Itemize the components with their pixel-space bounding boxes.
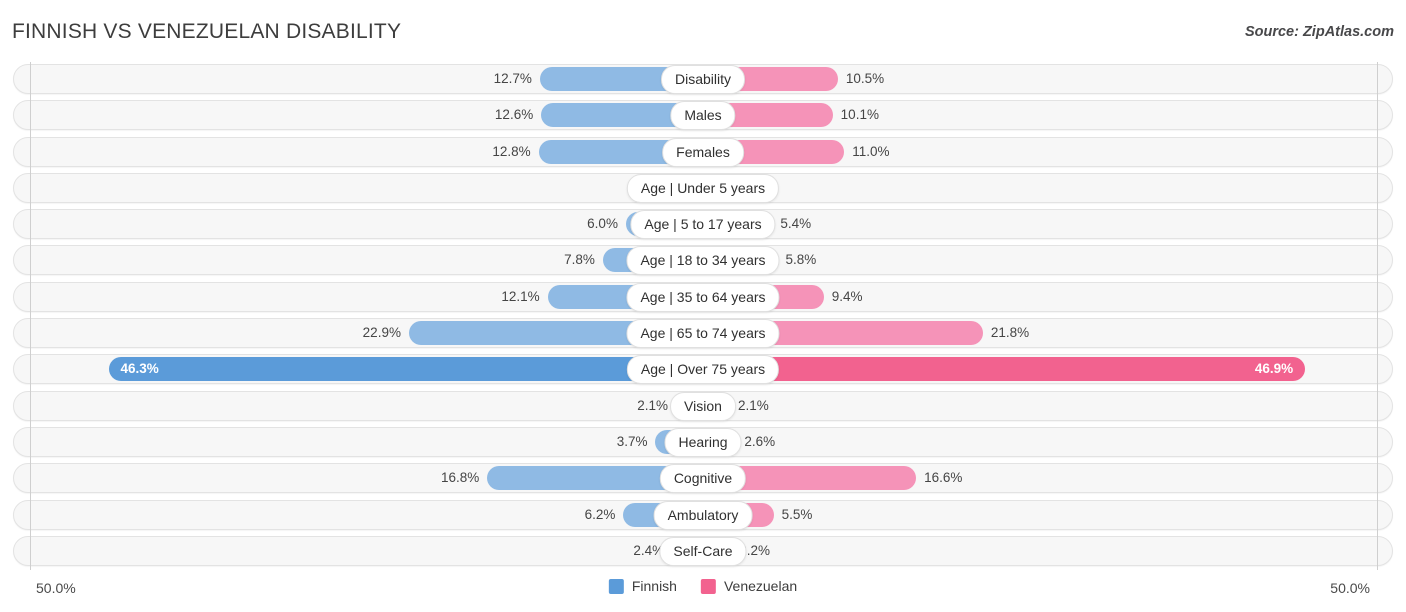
table-row[interactable]: 6.2% 5.5% Ambulatory (0, 498, 1406, 534)
axis-line-right (1377, 62, 1378, 570)
axis-line-left (30, 62, 31, 570)
value-label-venezuelan: 11.0% (852, 143, 890, 159)
value-label-finnish: 12.1% (501, 288, 540, 304)
table-row[interactable]: 12.7% 10.5% Disability (0, 62, 1406, 98)
category-label[interactable]: Vision (670, 391, 736, 421)
legend-swatch-finnish (608, 578, 624, 594)
value-label-finnish: 3.7% (616, 433, 648, 449)
category-label[interactable]: Age | 5 to 17 years (630, 210, 776, 240)
value-label-finnish: 12.6% (494, 107, 534, 123)
value-label-finnish: 22.9% (362, 325, 401, 341)
chart-root: FINNISH VS VENEZUELAN DISABILITY Source:… (0, 0, 1406, 612)
value-label-venezuelan: 10.1% (840, 107, 879, 123)
table-row[interactable]: 2.1% 2.1% Vision (0, 389, 1406, 425)
category-label[interactable]: Males (670, 101, 736, 131)
category-label[interactable]: Ambulatory (653, 500, 753, 530)
value-label-venezuelan: 5.5% (781, 506, 813, 522)
table-row[interactable]: 22.9% 21.8% Age | 65 to 74 years (0, 316, 1406, 352)
category-label[interactable]: Hearing (664, 427, 742, 457)
category-label[interactable]: Age | 35 to 64 years (626, 282, 780, 312)
category-label[interactable]: Self-Care (659, 536, 747, 566)
value-label-venezuelan: 2.6% (744, 433, 776, 449)
axis-label-right: 50.0% (1330, 580, 1370, 596)
category-label[interactable]: Age | 65 to 74 years (626, 319, 780, 349)
table-row[interactable]: 3.7% 2.6% Hearing (0, 425, 1406, 461)
value-label-finnish: 2.4% (633, 542, 665, 558)
category-label[interactable]: Age | Over 75 years (626, 355, 780, 385)
value-label-venezuelan: 21.8% (990, 325, 1030, 341)
table-row[interactable]: 12.6% 10.1% Males (0, 98, 1406, 134)
value-label-venezuelan: 16.6% (924, 470, 963, 486)
value-label-finnish: 16.8% (441, 470, 480, 486)
legend-label: Venezuelan (723, 578, 798, 594)
chart-header: FINNISH VS VENEZUELAN DISABILITY Source:… (0, 0, 1406, 62)
category-label[interactable]: Females (662, 137, 744, 167)
page-title: FINNISH VS VENEZUELAN DISABILITY (12, 20, 402, 43)
chart-footer: 50.0% 50.0% Finnish Venezuelan (0, 570, 1406, 612)
plot-area: 12.7% 10.5% Disability 12.6% 10.1% Males 12.8%… (0, 62, 1406, 570)
value-label-venezuelan: 5.4% (780, 216, 812, 232)
value-label-finnish: 6.0% (587, 216, 618, 232)
value-label-venezuelan: 10.5% (845, 71, 885, 86)
source-attribution: Source: ZipAtlas.com (1244, 24, 1394, 40)
table-row[interactable]: 7.8% 5.8% Age | 18 to 34 years (0, 243, 1406, 279)
value-label-finnish: 7.8% (564, 252, 595, 268)
table-row[interactable]: 12.8% 11.0% Females (0, 135, 1406, 171)
axis-label-left: 50.0% (36, 580, 76, 596)
table-row[interactable]: 12.1% 9.4% Age | 35 to 64 years (0, 280, 1406, 316)
value-label-venezuelan: 2.1% (737, 397, 769, 413)
legend-swatch-venezuelan (700, 578, 716, 594)
table-row[interactable]: 1.6%1.2%Age | Under 5 years (0, 171, 1406, 207)
value-label-venezuelan: 46.9% (1254, 361, 1294, 377)
category-label[interactable]: Disability (660, 65, 746, 94)
legend-item[interactable]: Venezuelan (700, 578, 798, 594)
legend-item[interactable]: Finnish (608, 578, 677, 594)
table-row[interactable]: 46.3% 46.9% Age | Over 75 years (0, 352, 1406, 388)
category-label[interactable]: Age | 18 to 34 years (626, 246, 780, 276)
chart-legend: Finnish Venezuelan (608, 578, 798, 594)
value-label-finnish: 46.3% (120, 361, 159, 377)
table-row[interactable]: 16.8% 16.6% Cognitive (0, 461, 1406, 497)
value-label-finnish: 12.7% (493, 71, 532, 86)
legend-label: Finnish (631, 578, 677, 594)
value-label-finnish: 2.1% (637, 397, 669, 413)
value-label-finnish: 6.2% (584, 506, 616, 522)
bar-rows: 12.7% 10.5% Disability 12.6% 10.1% Males 12.8%… (0, 62, 1406, 570)
value-label-venezuelan: 5.8% (785, 252, 817, 268)
table-row[interactable]: 2.4% 2.2% Self-Care (0, 534, 1406, 570)
category-label[interactable]: Age | Under 5 years (626, 173, 780, 203)
value-label-finnish: 12.8% (492, 143, 531, 159)
table-row[interactable]: 6.0% 5.4% Age | 5 to 17 years (0, 207, 1406, 243)
value-label-venezuelan: 9.4% (831, 288, 863, 304)
category-label[interactable]: Cognitive (659, 464, 747, 494)
value-label-venezuelan: 2.2% (739, 542, 771, 558)
